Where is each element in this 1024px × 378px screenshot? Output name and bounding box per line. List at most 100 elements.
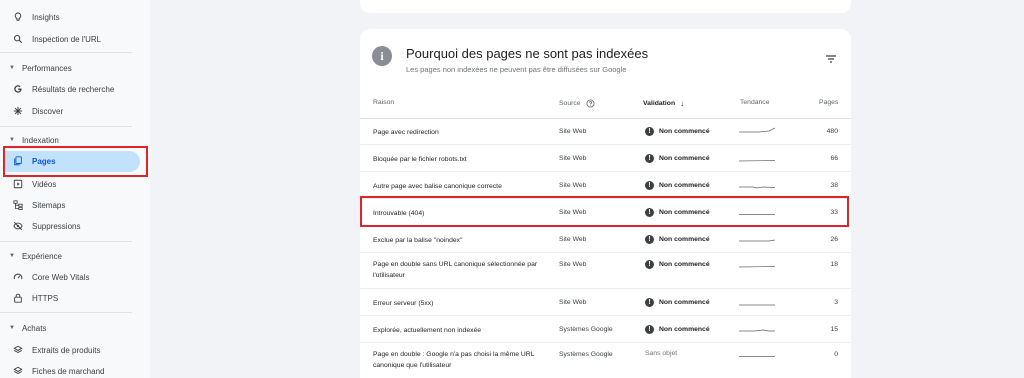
row-source: Site Web: [559, 261, 587, 268]
sidebar-item-insights[interactable]: Insights: [0, 6, 150, 28]
table-row[interactable]: Exclue par la balise "noindex" Site Web! N…: [360, 226, 851, 253]
sparkline-path: [739, 329, 775, 331]
row-reason: Autre page avec balise canonique correct…: [373, 182, 502, 190]
section-achats[interactable]: ▼ Achats: [0, 318, 150, 338]
validation-status: Non commencé: [659, 128, 710, 135]
caret-down-icon: ▼: [9, 137, 15, 143]
sidebar-item-label: Vidéos: [32, 179, 57, 189]
sidebar-item-https[interactable]: HTTPS: [0, 287, 150, 309]
warning-icon: !: [645, 234, 654, 244]
row-pages-count: 66: [830, 154, 838, 162]
trend-sparkline: [739, 304, 775, 305]
column-header-label: Source: [559, 100, 581, 107]
row-source: Site Web: [559, 181, 587, 189]
caret-down-icon: ▼: [9, 65, 15, 71]
sidebar-item-core-web-vitals[interactable]: Core Web Vitals: [0, 266, 150, 288]
sidebar-item-discover[interactable]: Discover: [0, 100, 150, 122]
validation-status: Non commencé: [659, 325, 710, 333]
sidebar-item-label: HTTPS: [32, 293, 59, 303]
column-header-reason: Raison: [373, 99, 395, 106]
asterisk-icon: [12, 105, 24, 117]
sparkline-path: [739, 266, 775, 268]
validation-status: Non commencé: [659, 181, 710, 189]
table-row[interactable]: Page avec redirection Site Web! Non commen…: [360, 119, 851, 145]
row-reason: Exclue par la balise "noindex": [373, 236, 463, 244]
layers-icon: [12, 365, 24, 377]
gauge-icon: [12, 271, 24, 283]
warning-icon: !: [645, 180, 654, 190]
row-reason: Page avec redirection: [373, 129, 439, 136]
eye-off-icon: [12, 220, 24, 232]
pages-icon: [12, 155, 24, 167]
sidebar-item-label: Discover: [32, 106, 64, 116]
trend-sparkline: [739, 127, 775, 133]
column-header-pages: Pages: [819, 99, 839, 106]
sidebar-item-sitemaps[interactable]: Sitemaps: [0, 194, 150, 216]
row-source: Systèmes Google: [559, 325, 613, 333]
table-row[interactable]: Page en double sans URL canonique sélect…: [360, 253, 851, 289]
table-row[interactable]: Erreur serveur (5xx) Site Web ! Non commenc…: [360, 289, 851, 316]
row-source: Site Web: [559, 235, 587, 243]
layers-icon: [12, 344, 24, 356]
row-source: Systèmes Google: [559, 351, 613, 358]
row-validation: ! Non commencé: [645, 180, 710, 190]
row-validation: ! Non commencé: [645, 260, 710, 269]
sidebar-item-product-snippets[interactable]: Extraits de produits: [0, 339, 150, 361]
sidebar-item-merchant-listings[interactable]: Fiches de marchand: [0, 360, 150, 378]
sidebar-item-search-results[interactable]: Résultats de recherche: [0, 78, 150, 100]
caret-down-icon: ▼: [9, 253, 15, 259]
table-row[interactable]: Explorée, actuellement non indexée Systèm…: [360, 316, 851, 343]
row-reason: Page en double sans URL canonique sélect…: [373, 261, 538, 279]
table-row[interactable]: Autre page avec balise canonique correct…: [360, 172, 851, 199]
row-pages-count: 26: [830, 235, 838, 243]
sidebar-item-label: Pages: [32, 156, 56, 166]
sidebar-divider: [0, 241, 132, 242]
sidebar-item-url-inspection[interactable]: Inspection de l'URL: [0, 28, 150, 50]
row-pages-count: 15: [830, 325, 838, 333]
row-pages-count: 480: [826, 128, 838, 135]
column-header-source: Source: [559, 99, 595, 108]
help-icon[interactable]: [586, 99, 595, 108]
section-label: Achats: [21, 323, 47, 333]
row-source: Site Web: [559, 154, 587, 162]
sidebar-item-removals[interactable]: Suppressions: [0, 215, 150, 237]
trend-sparkline: [739, 266, 775, 268]
validation-status: Non commencé: [659, 235, 710, 243]
row-reason: Page en double : Google n'a pas choisi l…: [373, 351, 535, 369]
lightbulb-icon: [12, 11, 24, 23]
section-label: Indexation: [21, 135, 59, 145]
sidebar-divider: [0, 52, 132, 53]
trend-sparkline: [739, 356, 775, 357]
sidebar-item-label: Fiches de marchand: [32, 366, 105, 376]
sidebar-item-label: Résultats de recherche: [32, 84, 115, 94]
card-title: Pourquoi des pages ne sont pas indexées: [406, 46, 649, 61]
validation-status: Non commencé: [659, 261, 710, 268]
row-reason: Bloquée par le fichier robots.txt: [373, 155, 467, 163]
caret-down-icon: ▼: [9, 325, 15, 331]
sitemap-icon: [12, 199, 24, 211]
info-icon: i: [372, 46, 392, 66]
sidebar-item-label: Inspection de l'URL: [32, 34, 102, 44]
row-reason: Erreur serveur (5xx): [373, 299, 434, 307]
table-row[interactable]: Page en double : Google n'a pas choisi l…: [360, 343, 851, 378]
sidebar-item-label: Extraits de produits: [32, 345, 101, 355]
row-validation: ! Non commencé: [645, 297, 710, 307]
previous-card: [360, 0, 851, 13]
section-experience[interactable]: ▼ Expérience: [0, 246, 150, 266]
video-icon: [12, 178, 24, 190]
sparkline-path: [739, 127, 775, 133]
column-header-validation[interactable]: Validation ↓: [643, 99, 684, 108]
section-performances[interactable]: ▼ Performances: [0, 58, 150, 78]
table-row[interactable]: Bloquée par le fichier robots.txt Site We…: [360, 145, 851, 172]
row-validation: ! Non commencé: [645, 234, 710, 244]
sidebar: Insights Inspection de l'URL ▼ Performan…: [0, 0, 150, 378]
trend-sparkline: [739, 329, 775, 331]
search-icon: [12, 33, 24, 45]
row-source: Site Web: [559, 298, 587, 306]
filter-icon[interactable]: [825, 53, 837, 65]
sidebar-divider: [0, 312, 132, 313]
column-header-label: Validation: [643, 100, 676, 107]
highlight-box-pages: [3, 146, 148, 177]
lock-icon: [12, 292, 24, 304]
sidebar-item-label: Suppressions: [32, 221, 81, 231]
